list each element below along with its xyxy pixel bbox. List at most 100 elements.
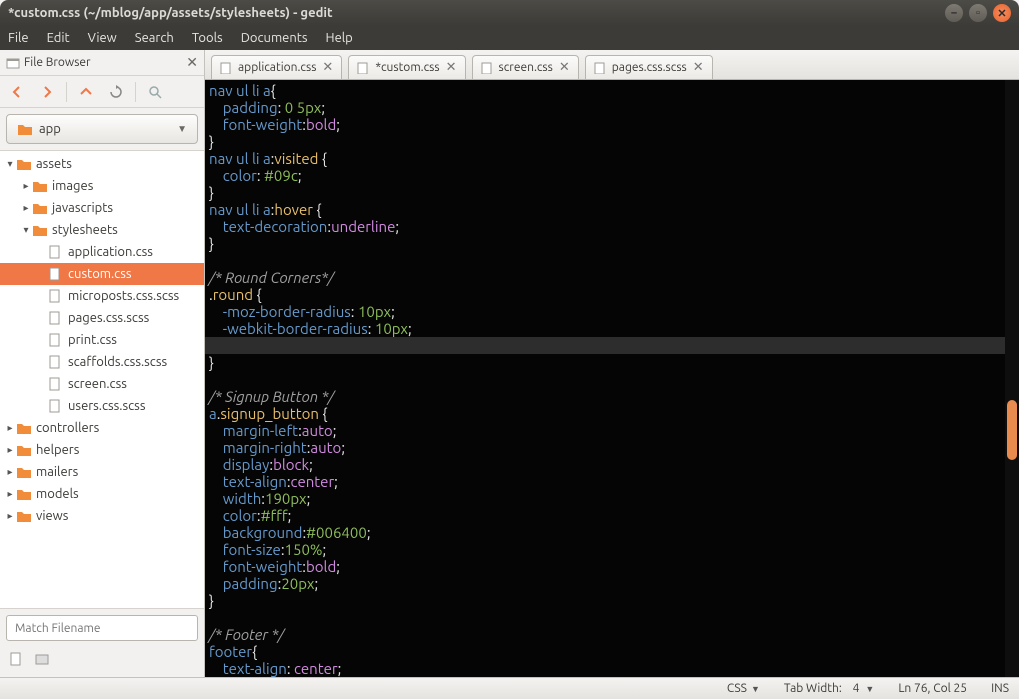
path-label: app [39,122,61,136]
tree-label: javascripts [52,201,113,215]
tab[interactable]: pages.css.scss✕ [585,55,713,79]
tree-file[interactable]: users.css.scss [0,395,204,417]
tree-label: scaffolds.css.scss [68,355,167,369]
maximize-button[interactable]: ▫ [969,4,987,22]
file-tree[interactable]: ▾assets▸images▸javascripts▾stylesheetsap… [0,150,204,609]
forward-button[interactable] [36,81,58,103]
tree-folder[interactable]: ▸ mailers [0,461,204,483]
tree-folder[interactable]: ▾stylesheets [0,219,204,241]
tree-label: views [36,509,68,523]
expand-arrow-icon[interactable]: ▸ [20,180,32,192]
close-button[interactable]: ✕ [993,4,1011,22]
tree-label: print.css [68,333,117,347]
expand-arrow-icon[interactable]: ▸ [4,466,16,478]
tree-label: application.css [68,245,153,259]
tree-label: pages.css.scss [68,311,149,325]
panel-title: File Browser ✕ [0,50,204,76]
file-icon [48,289,64,303]
expand-arrow-icon[interactable]: ▾ [20,224,32,236]
tree-folder[interactable]: ▸models [0,483,204,505]
minimize-button[interactable]: – [945,4,963,22]
folder-icon [17,122,33,136]
up-button[interactable] [75,81,97,103]
code-view[interactable]: nav ul li a{ padding: 0 5px; font-weight… [205,80,1005,677]
expand-arrow-icon[interactable]: ▸ [4,444,16,456]
tab-close-icon[interactable]: ✕ [693,60,704,75]
tree-file[interactable]: microposts.css.scss [0,285,204,307]
expand-arrow-icon[interactable]: ▾ [4,158,16,170]
folder-icon [32,201,48,215]
tab-close-icon[interactable]: ✕ [559,60,570,75]
tree-folder[interactable]: ▸controllers [0,417,204,439]
folder-icon [32,179,48,193]
tab-bar: application.css✕*custom.css✕screen.css✕p… [205,50,1019,80]
menu-search[interactable]: Search [135,31,174,45]
expand-arrow-icon[interactable]: ▸ [4,488,16,500]
file-icon [48,245,64,259]
current-line-highlight [205,337,1005,354]
tree-file[interactable]: custom.css [0,263,204,285]
menu-view[interactable]: View [88,31,117,45]
file-icon [48,399,64,413]
folder-icon [16,421,32,435]
tree-file[interactable]: scaffolds.css.scss [0,351,204,373]
panel-close-icon[interactable]: ✕ [186,54,198,71]
status-lang[interactable]: CSS▼ [727,682,760,695]
tab-label: application.css [238,61,316,74]
tab-close-icon[interactable]: ✕ [446,60,457,75]
menu-documents[interactable]: Documents [241,31,308,45]
vertical-scrollbar[interactable] [1005,80,1019,677]
file-icon [48,267,64,281]
tab[interactable]: application.css ✕ [211,55,342,79]
expand-arrow-icon[interactable]: ▸ [4,510,16,522]
tree-file[interactable]: application.css [0,241,204,263]
match-filename-input[interactable] [6,615,198,641]
toolbar-nav [0,76,204,108]
file-icon [48,333,64,347]
menu-edit[interactable]: Edit [47,31,70,45]
chevron-down-icon: ▼ [863,684,874,694]
tab[interactable]: screen.css ✕ [472,55,579,79]
tree-folder[interactable]: ▸images [0,175,204,197]
new-file-icon[interactable] [8,651,24,671]
tab-label: screen.css [499,61,553,74]
tree-file[interactable]: print.css [0,329,204,351]
status-tabwidth[interactable]: Tab Width: 4 ▼ [784,682,874,695]
code-content[interactable]: nav ul li a{ padding: 0 5px; font-weight… [205,80,1005,677]
tab-close-icon[interactable]: ✕ [322,60,333,75]
chevron-down-icon: ▼ [751,684,760,694]
folder-icon [16,157,32,171]
menubar: File Edit View Search Tools Documents Help [0,26,1019,50]
new-folder-icon[interactable] [34,651,50,671]
search-button[interactable] [144,81,166,103]
folder-icon [16,487,32,501]
tab[interactable]: *custom.css ✕ [348,55,465,79]
scrollbar-thumb[interactable] [1007,400,1017,460]
file-icon [48,355,64,369]
tree-file[interactable]: screen.css [0,373,204,395]
tab-label: *custom.css [375,61,439,74]
menu-file[interactable]: File [8,31,29,45]
refresh-button[interactable] [105,81,127,103]
file-icon [220,62,232,74]
panel-title-label: File Browser [24,56,91,69]
back-button[interactable] [6,81,28,103]
menu-help[interactable]: Help [326,31,353,45]
file-icon [594,62,606,74]
expand-arrow-icon[interactable]: ▸ [4,422,16,434]
tree-label: mailers [36,465,78,479]
tree-label: screen.css [68,377,127,391]
expand-arrow-icon[interactable]: ▸ [20,202,32,214]
tree-file[interactable]: pages.css.scss [0,307,204,329]
tree-label: users.css.scss [68,399,145,413]
tree-label: helpers [36,443,79,457]
tree-folder[interactable]: ▸ views [0,505,204,527]
tree-folder[interactable]: ▸ helpers [0,439,204,461]
file-icon [48,377,64,391]
menu-tools[interactable]: Tools [192,31,223,45]
tree-folder[interactable]: ▾assets [0,153,204,175]
statusbar: CSS▼ Tab Width: 4 ▼ Ln 76, Col 25 INS [0,677,1019,699]
folder-icon [16,443,32,457]
tree-folder[interactable]: ▸ javascripts [0,197,204,219]
path-selector[interactable]: app ▼ [6,114,198,144]
